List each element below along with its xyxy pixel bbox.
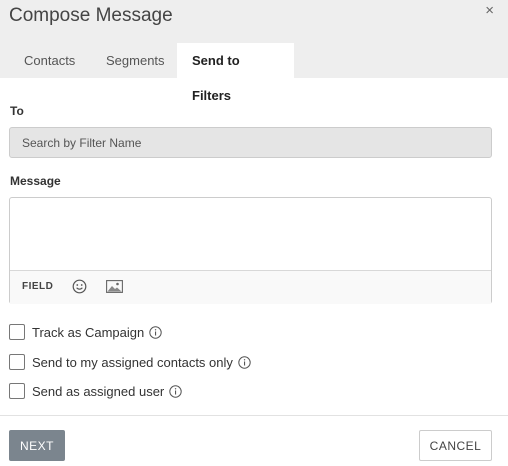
track-campaign-label[interactable]: Track as Campaign [32,325,144,340]
tab-send-to-filters[interactable]: Send to Filters [177,43,294,103]
info-icon[interactable] [238,355,251,369]
message-editor: FIELD [9,197,492,304]
option-assigned-contacts: Send to my assigned contacts only [9,353,251,371]
send-as-user-checkbox[interactable] [9,383,25,399]
message-toolbar: FIELD [10,270,491,304]
emoji-icon[interactable] [72,279,87,294]
option-send-as-assigned-user: Send as assigned user [9,382,182,400]
tab-contacts[interactable]: Contacts [9,43,91,78]
tab-segments[interactable]: Segments [91,43,177,78]
info-icon[interactable] [169,384,182,398]
close-icon[interactable]: × [485,2,494,19]
message-textarea[interactable] [10,198,491,269]
message-label: Message [10,174,61,188]
dialog-title: Compose Message [9,5,173,26]
assigned-contacts-checkbox[interactable] [9,354,25,370]
image-icon[interactable] [106,280,123,293]
info-icon[interactable] [149,325,162,339]
to-label: To [10,104,24,118]
dialog-header: Compose Message × Contacts Segments Send… [0,0,508,103]
footer-divider [0,415,508,416]
tab-bar: Contacts Segments Send to Filters [9,43,294,103]
next-button[interactable]: NEXT [9,430,65,461]
track-campaign-checkbox[interactable] [9,324,25,340]
filter-search-input[interactable] [9,127,492,158]
option-track-campaign: Track as Campaign [9,323,162,341]
cancel-button[interactable]: CANCEL [419,430,492,461]
send-as-user-label[interactable]: Send as assigned user [32,384,164,399]
assigned-contacts-label[interactable]: Send to my assigned contacts only [32,355,233,370]
field-button[interactable]: FIELD [22,281,53,292]
